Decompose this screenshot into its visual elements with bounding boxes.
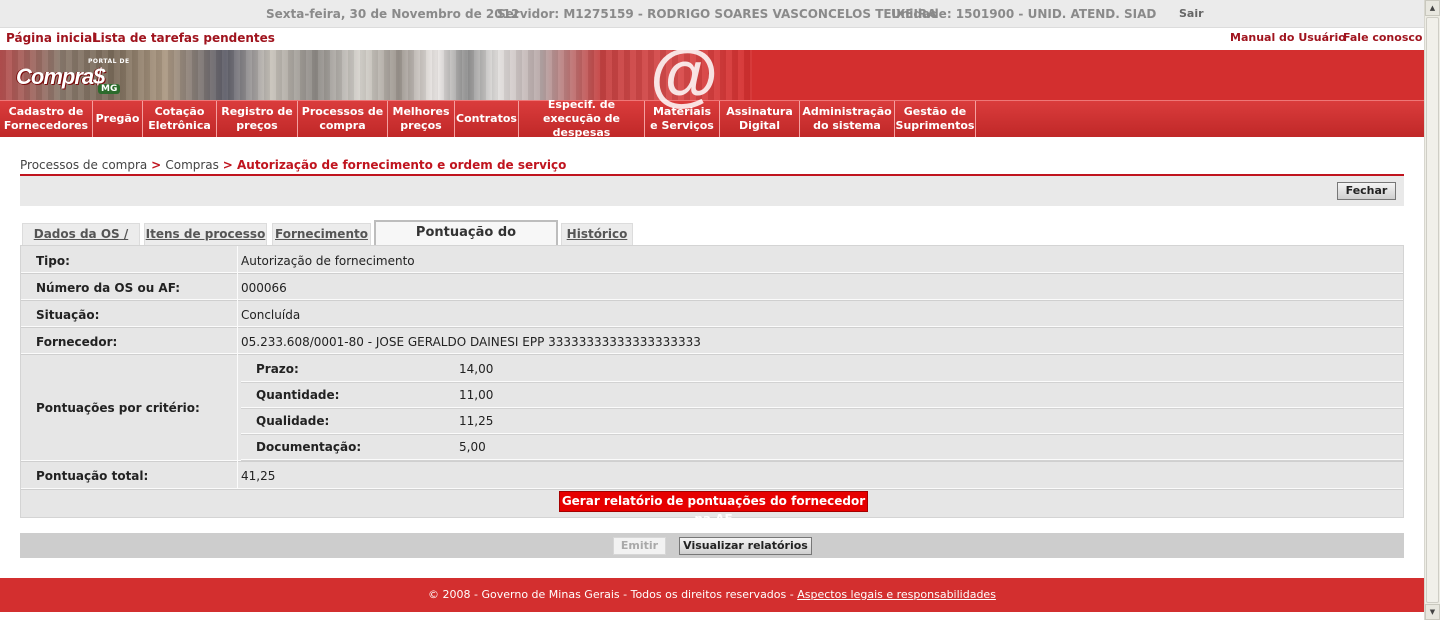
criterios-label: Pontuações por critério: [36,401,200,415]
criterio-label: Documentação: [256,440,362,454]
generate-report-button[interactable]: Gerar relatório de pontuações do fornece… [559,491,868,526]
logout-link[interactable]: Sair [1179,7,1204,20]
menu-cadastro-fornecedores[interactable]: Cadastro de Fornecedores [0,101,93,137]
menu-administracao-sistema[interactable]: Administração do sistema [800,101,895,137]
criterio-qualidade: Qualidade: 11,25 [241,408,1403,434]
logo-title: Compra$ [16,64,105,89]
criterio-value: 11,00 [459,388,494,402]
menu-cotacao-eletronica[interactable]: Cotação Eletrônica [143,101,217,137]
view-reports-button[interactable]: Visualizar relatórios [679,537,812,555]
criterio-value: 5,00 [459,440,486,454]
vertical-scrollbar[interactable]: ▲ ▼ [1424,0,1440,620]
tab-historico[interactable]: Histórico [561,223,633,245]
pending-tasks-link[interactable]: Lista de tarefas pendentes [93,31,275,45]
criterio-quantidade: Quantidade: 11,00 [241,382,1403,408]
page: Sexta-feira, 30 de Novembro de 2012 Serv… [0,0,1424,620]
unit-info: Unidade: 1501900 - UNID. ATEND. SIAD [891,7,1157,21]
row-criterios: Pontuações por critério: Prazo: 14,00 Qu… [21,354,1403,461]
menu-gestao-suprimentos[interactable]: Gestão de Suprimentos [895,101,976,137]
tab-fornecimento[interactable]: Fornecimento [272,223,371,245]
total-label: Pontuação total: [36,469,149,483]
breadcrumb-processos[interactable]: Processos de compra [20,158,147,172]
tab-pontuacao-fornecedor[interactable]: Pontuação do fornecedor [374,220,558,262]
row-total: Pontuação total: 41,25 [21,461,1403,489]
breadcrumb-current: Autorização de fornecimento e ordem de s… [236,158,567,172]
current-date: Sexta-feira, 30 de Novembro de 2012 [266,7,520,21]
user-manual-link[interactable]: Manual do Usuário [1230,31,1346,44]
row-fornecedor: Fornecedor: 05.233.608/0001-80 - JOSE GE… [21,327,1403,354]
top-info-bar: Sexta-feira, 30 de Novembro de 2012 Serv… [0,0,1424,28]
tipo-value: Autorização de fornecimento [241,254,415,268]
total-value: 41,25 [241,469,276,483]
menu-label: Melhores preços [392,105,450,132]
footer: © 2008 - Governo de Minas Gerais - Todos… [0,578,1424,612]
criterio-value: 11,25 [459,414,494,428]
menu-label: Contratos [456,112,517,125]
numero-label: Número da OS ou AF: [36,281,181,295]
scroll-down-icon[interactable]: ▼ [1425,604,1440,620]
tab-dados-os-af[interactable]: Dados da OS / AF [22,223,140,261]
situacao-label: Situação: [36,308,100,322]
server-info: Servidor: M1275159 - RODRIGO SOARES VASC… [497,7,937,21]
menu-label: Administração do sistema [802,105,892,132]
row-tipo: Tipo: Autorização de fornecimento [21,246,1403,273]
criterio-prazo: Prazo: 14,00 [241,356,1403,382]
menu-melhores-precos[interactable]: Melhores preços [388,101,455,137]
criterio-label: Qualidade: [256,414,330,428]
menu-label: Gestão de Suprimentos [895,105,975,132]
menu-label: Cotação Eletrônica [148,105,211,132]
home-link[interactable]: Página inicial [6,31,96,45]
contact-link[interactable]: Fale conosco [1343,31,1422,44]
row-situacao: Situação: Concluída [21,300,1403,327]
breadcrumb-separator: > [151,158,166,172]
criterio-documentacao: Documentação: 5,00 [241,434,1403,460]
menu-registro-precos[interactable]: Registro de preços [217,101,298,137]
tab-itens-processo[interactable]: Itens de processo [144,223,267,245]
fornecedor-label: Fornecedor: [36,335,118,349]
criterio-value: 14,00 [459,362,494,376]
menu-label: Especif. de execução de despesas [542,98,621,139]
breadcrumb-separator: > [222,158,237,172]
close-button[interactable]: Fechar [1337,182,1396,200]
portal-compras-logo[interactable]: PORTAL DE Compra$ MG [12,56,154,96]
situacao-value: Concluída [241,308,301,322]
browser-viewport: Sexta-feira, 30 de Novembro de 2012 Serv… [0,0,1440,620]
at-sign-icon: @ [650,35,719,113]
criterio-label: Prazo: [256,362,299,376]
menu-label: Registro de preços [221,105,293,132]
row-numero: Número da OS ou AF: 000066 [21,273,1403,300]
menu-assinatura-digital[interactable]: Assinatura Digital [720,101,800,137]
menu-label: Pregão [95,112,140,125]
fornecedor-value: 05.233.608/0001-80 - JOSE GERALDO DAINES… [241,335,701,349]
legal-link[interactable]: Aspectos legais e responsabilidades [797,588,996,601]
tipo-label: Tipo: [36,254,70,268]
copyright-text: © 2008 - Governo de Minas Gerais - Todos… [428,588,798,601]
menu-especif-execucao[interactable]: Especif. de execução de despesas [519,98,645,139]
toolbar [20,176,1404,206]
menu-label: Cadastro de Fornecedores [3,105,89,132]
breadcrumb-compras[interactable]: Compras [165,158,219,172]
scroll-up-icon[interactable]: ▲ [1425,0,1440,16]
menu-label: Processos de compra [301,105,384,132]
breadcrumb: Processos de compra > Compras > Autoriza… [20,158,566,172]
menu-contratos[interactable]: Contratos [455,101,519,137]
menu-pregao[interactable]: Pregão [93,101,143,137]
menu-label: Assinatura Digital [726,105,793,132]
emit-button[interactable]: Emitir [613,537,666,555]
supplier-score-form: Tipo: Autorização de fornecimento Número… [20,245,1404,518]
menu-processos-compra[interactable]: Processos de compra [298,101,388,137]
scrollbar-thumb[interactable] [1426,17,1439,603]
criterio-label: Quantidade: [256,388,340,402]
logo-state: MG [98,84,121,94]
header-banner: PORTAL DE Compra$ MG @ [0,39,1424,109]
numero-value: 000066 [241,281,287,295]
